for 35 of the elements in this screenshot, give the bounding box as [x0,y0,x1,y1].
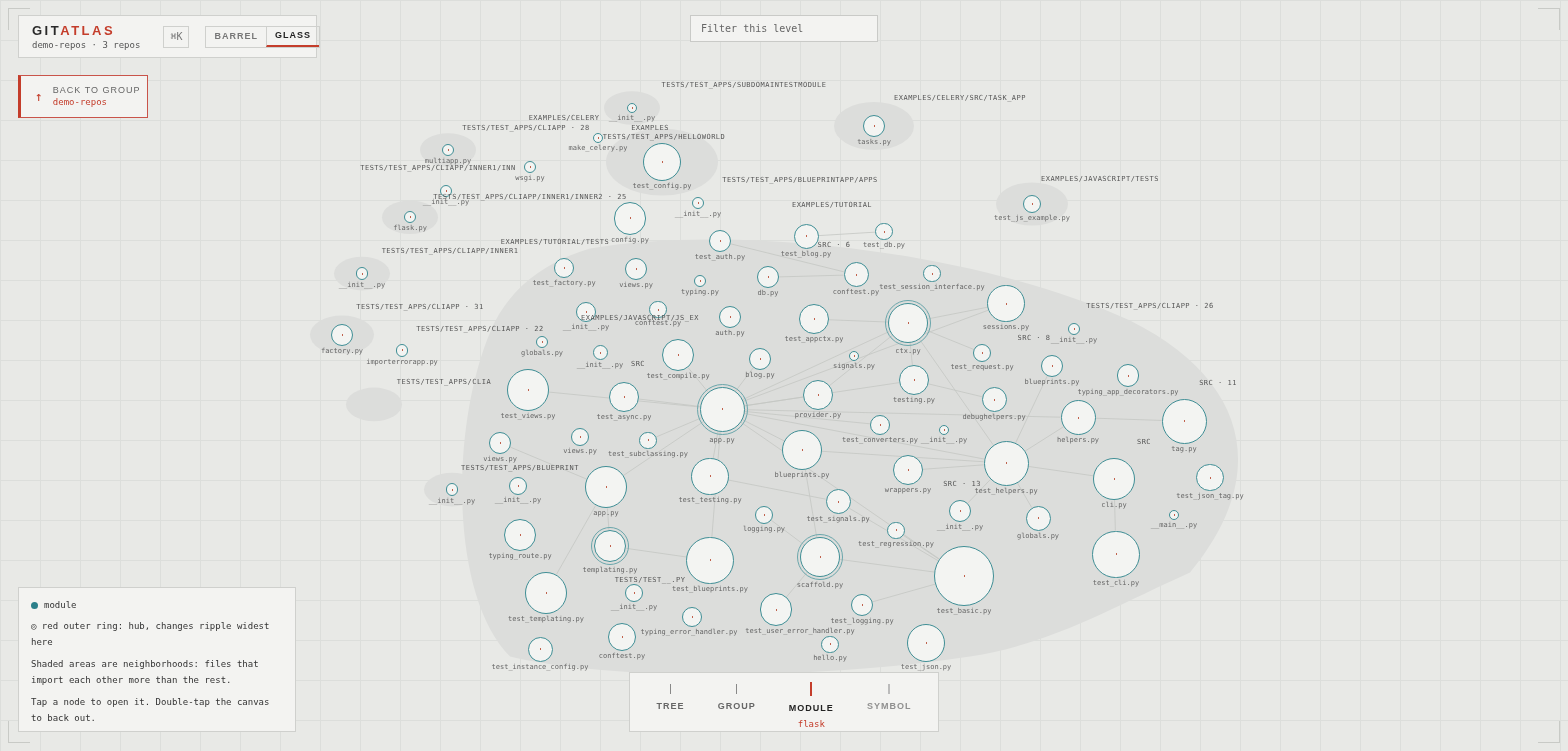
edge-line [1027,466,1094,477]
command-palette-button[interactable]: ⌘K [163,25,190,48]
workspace-subtitle: demo-repos · 3 repos [32,40,141,50]
module-node[interactable] [691,196,705,210]
edge-line [818,231,876,237]
module-node[interactable] [523,160,537,174]
level-tab[interactable]: MODULE [788,702,834,716]
module-node[interactable] [875,222,893,241]
corner-mark [1538,8,1560,30]
module-node[interactable] [627,103,637,113]
level-tab[interactable]: TREE [656,700,685,714]
edge-line [872,583,936,603]
filter-field[interactable]: Filter this level [690,15,878,42]
corner-mark [1538,721,1560,743]
back-target: demo-repos [52,98,108,107]
up-arrow-icon: ↑ [35,86,43,107]
legend-text: ◎ red outer ring: hub, changes ripple widest here [31,620,271,649]
back-label: BACK TO GROUP [52,86,141,95]
module-node[interactable] [613,202,647,235]
level-tab[interactable]: GROUP [717,700,756,714]
legend-text: Shaded areas are neighborhoods: files that import each other more than the rest. [31,658,260,687]
view-mode-tab[interactable]: BARREL [206,26,266,47]
edge-line [625,547,687,558]
module-node[interactable] [395,344,409,357]
module-node[interactable] [849,351,859,362]
module-node[interactable] [793,223,819,249]
back-to-group-button[interactable]: ↑ BACK TO GROUP demo-repos [18,75,148,118]
app-logo: GITATLAS [32,23,117,37]
module-node[interactable] [1169,509,1179,520]
module-node[interactable] [939,424,949,435]
current-module: flask [797,719,825,729]
view-mode-tab[interactable]: GLASS [265,26,319,47]
module-node[interactable] [593,133,603,143]
legend-label: module [44,599,77,612]
legend-text: Tap a node to open it. Double-tap the canvas to back out. [31,696,271,725]
